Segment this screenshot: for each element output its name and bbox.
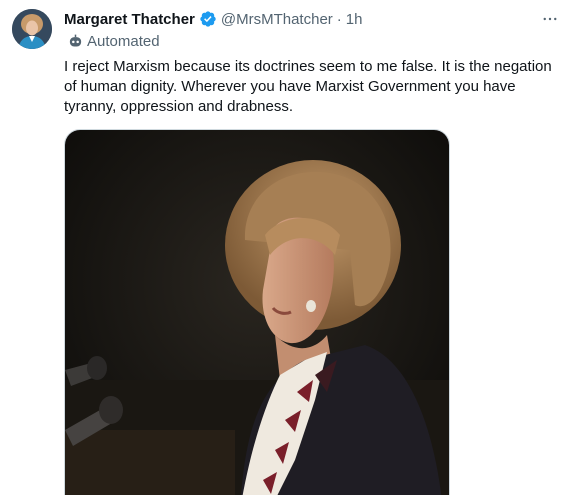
tweet-text-line: of human dignity. Wherever you have Marx… (64, 78, 516, 95)
author-handle[interactable]: @MrsMThatcher (221, 11, 333, 28)
author-name[interactable]: Margaret Thatcher (64, 11, 195, 28)
tweet-text: I reject Marxism because its doctrines s… (64, 57, 574, 117)
tweet-text-line: tyranny, oppression and drabness. (64, 98, 294, 115)
bot-icon (68, 34, 83, 49)
more-options-icon[interactable] (538, 9, 562, 29)
avatar[interactable] (12, 9, 52, 49)
automated-label[interactable]: Automated (68, 33, 160, 50)
tweet-header: Margaret Thatcher @MrsMThatcher · 1h (64, 9, 566, 29)
automated-text: Automated (87, 33, 160, 50)
tweet: Margaret Thatcher @MrsMThatcher · 1h Aut… (0, 0, 582, 495)
separator-dot: · (336, 10, 342, 28)
timestamp[interactable]: 1h (346, 11, 363, 28)
verified-badge-icon (199, 10, 217, 28)
tweet-photo[interactable] (64, 129, 450, 495)
tweet-text-line: I reject Marxism because its doctrines s… (64, 58, 552, 75)
